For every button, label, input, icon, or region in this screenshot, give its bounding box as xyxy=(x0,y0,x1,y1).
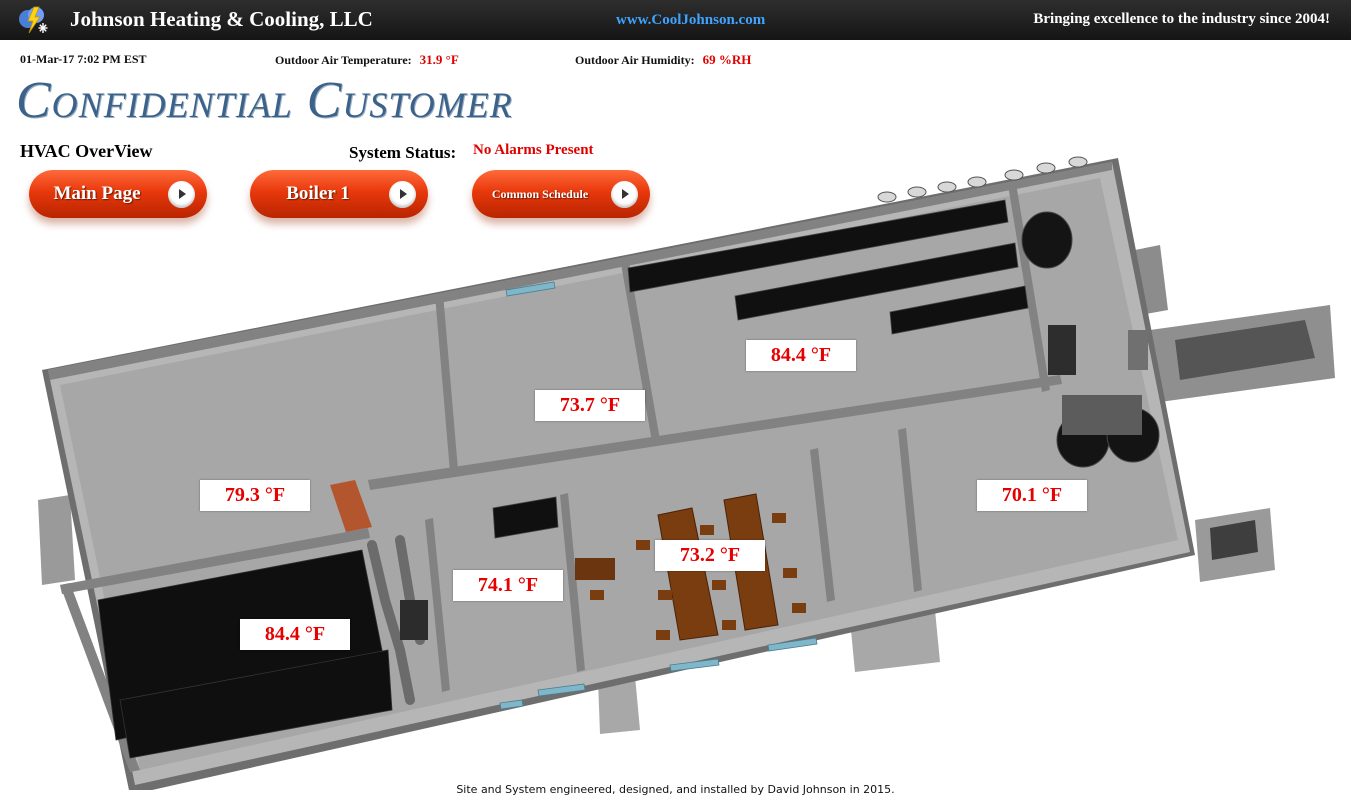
footer-credit: Site and System engineered, designed, an… xyxy=(456,783,895,796)
zone-temp-center[interactable]: 73.7 °F xyxy=(535,390,645,421)
website-link[interactable]: www.CoolJohnson.com xyxy=(616,12,765,29)
outdoor-humidity-value: 69 %RH xyxy=(702,52,752,67)
system-status-value: No Alarms Present xyxy=(473,142,594,158)
customer-title: Confidential Customer xyxy=(16,72,513,129)
boiler1-label: Boiler 1 xyxy=(286,183,350,204)
arrow-right-icon xyxy=(611,181,638,208)
outdoor-humidity: Outdoor Air Humidity: 69 %RH xyxy=(575,52,751,68)
outdoor-humidity-label: Outdoor Air Humidity: xyxy=(575,53,695,67)
system-status-label: System Status: xyxy=(349,143,457,162)
zone-temp-restroom[interactable]: 74.1 °F xyxy=(453,570,563,601)
zone-temp-north[interactable]: 84.4 °F xyxy=(746,340,856,371)
zone-temp-southwest[interactable]: 84.4 °F xyxy=(240,619,350,650)
outdoor-temp-value: 31.9 °F xyxy=(419,52,459,67)
lightning-snowflake-icon xyxy=(19,6,48,34)
arrow-right-icon xyxy=(389,181,416,208)
outdoor-temp: Outdoor Air Temperature: 31.9 °F xyxy=(275,52,459,68)
tagline: Bringing excellence to the industry sinc… xyxy=(1033,11,1330,27)
common-schedule-label: Common Schedule xyxy=(491,186,589,201)
outdoor-temp-label: Outdoor Air Temperature: xyxy=(275,53,412,67)
main-page-label: Main Page xyxy=(53,183,141,204)
company-name: Johnson Heating & Cooling, LLC xyxy=(70,7,373,31)
common-schedule-button[interactable]: Common Schedule xyxy=(472,170,650,218)
main-page-button[interactable]: Main Page xyxy=(29,170,207,218)
overview-title: HVAC OverView xyxy=(20,141,153,161)
floor-plan xyxy=(38,156,1335,790)
zone-temp-west[interactable]: 79.3 °F xyxy=(200,480,310,511)
header-bar: Johnson Heating & Cooling, LLC www.CoolJ… xyxy=(0,0,1351,40)
zone-temp-east[interactable]: 70.1 °F xyxy=(977,480,1087,511)
datetime: 01-Mar-17 7:02 PM EST xyxy=(20,52,147,66)
boiler1-button[interactable]: Boiler 1 xyxy=(250,170,428,218)
zone-temp-conference[interactable]: 73.2 °F xyxy=(655,540,765,571)
arrow-right-icon xyxy=(168,181,195,208)
